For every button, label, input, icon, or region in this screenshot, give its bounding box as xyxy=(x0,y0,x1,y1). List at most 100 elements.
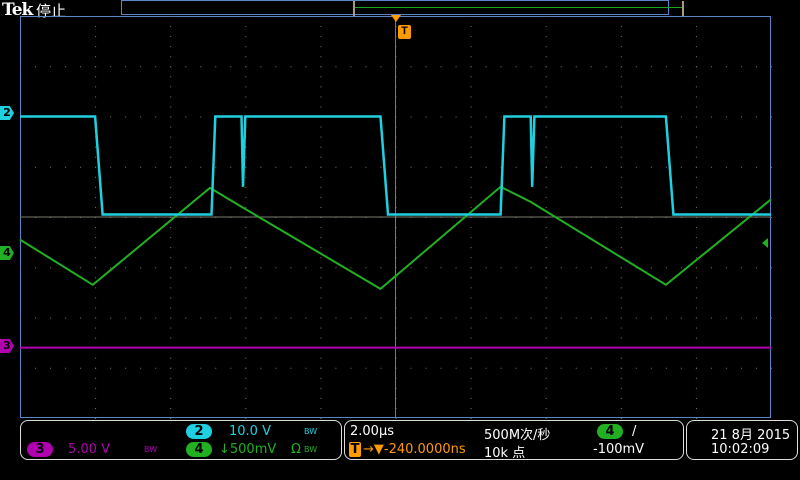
grid-dot xyxy=(245,36,247,38)
grid-dot xyxy=(95,357,97,359)
grid-dot xyxy=(470,176,472,178)
grid-dot xyxy=(170,377,172,379)
grid-dot xyxy=(320,337,322,339)
ch4-bw-limit: BW xyxy=(304,445,318,454)
grid-dot xyxy=(170,327,172,329)
trigger-source-badge[interactable]: 4 xyxy=(597,424,623,439)
grid-dot xyxy=(110,116,112,118)
grid-dot xyxy=(620,377,622,379)
grid-dot xyxy=(245,96,247,98)
grid-dot xyxy=(620,247,622,249)
grid-dot xyxy=(350,66,352,68)
grid-dot xyxy=(650,367,652,369)
grid-dot xyxy=(245,206,247,208)
grid-dot xyxy=(170,136,172,138)
grid-dot xyxy=(170,407,172,409)
grid-dot xyxy=(725,66,727,68)
grid-dot xyxy=(290,267,292,269)
grid-dot xyxy=(590,66,592,68)
grid-dot xyxy=(65,317,67,319)
grid-dot xyxy=(755,166,757,168)
grid-dot xyxy=(695,26,697,28)
grid-dot xyxy=(245,377,247,379)
grid-dot xyxy=(305,166,307,168)
grid-dot xyxy=(620,297,622,299)
grid-dot xyxy=(620,196,622,198)
grid-dot xyxy=(440,267,442,269)
grid-dot xyxy=(545,307,547,309)
grid-dot xyxy=(771,367,772,369)
grid-dot xyxy=(245,186,247,188)
grid-dot xyxy=(245,327,247,329)
grid-dot xyxy=(425,317,427,319)
grid-dot xyxy=(545,418,547,419)
grid-dot xyxy=(185,66,187,68)
grid-dot xyxy=(245,76,247,78)
grid-dot xyxy=(170,337,172,339)
grid-dot xyxy=(320,287,322,289)
grid-dot xyxy=(170,317,172,319)
grid-dot xyxy=(245,196,247,198)
horizontal-delay[interactable]: →▼-240.0000ns xyxy=(363,442,466,457)
grid-dot xyxy=(695,86,697,88)
ch3-badge[interactable]: 3 xyxy=(27,442,53,457)
grid-dot xyxy=(425,367,427,369)
grid-dot xyxy=(710,166,712,168)
grid-dot xyxy=(125,166,127,168)
grid-dot xyxy=(230,267,232,269)
grid-dot xyxy=(95,76,97,78)
grid-dot xyxy=(680,116,682,118)
grid-dot xyxy=(290,66,292,68)
grid-dot xyxy=(620,287,622,289)
grid-dot xyxy=(185,367,187,369)
grid-dot xyxy=(170,257,172,259)
grid-dot xyxy=(545,407,547,409)
grid-dot xyxy=(95,327,97,329)
grid-dot xyxy=(560,317,562,319)
grid-dot xyxy=(710,116,712,118)
grid-dot xyxy=(695,36,697,38)
timebase[interactable]: 2.00µs xyxy=(350,424,394,439)
grid-dot xyxy=(470,206,472,208)
grid-dot xyxy=(410,367,412,369)
grid-dot xyxy=(245,407,247,409)
grid-dot xyxy=(320,307,322,309)
grid-dot xyxy=(545,36,547,38)
grid-dot xyxy=(170,166,172,168)
trigger-position-marker[interactable]: T xyxy=(398,25,411,39)
grid-dot xyxy=(320,377,322,379)
grid-dot xyxy=(275,317,277,319)
grid-dot xyxy=(545,247,547,249)
grid-dot xyxy=(695,267,697,269)
grid-dot xyxy=(95,418,97,419)
grid-dot xyxy=(695,397,697,399)
ch2-badge[interactable]: 2 xyxy=(186,424,212,439)
ch4-badge[interactable]: 4 xyxy=(186,442,212,457)
grid-dot xyxy=(245,247,247,249)
trigger-level-icon[interactable] xyxy=(762,238,768,248)
grid-dot xyxy=(245,166,247,168)
grid-dot xyxy=(425,66,427,68)
grid-dot xyxy=(50,166,52,168)
grid-dot xyxy=(470,116,472,118)
grid-dot xyxy=(470,297,472,299)
grid-dot xyxy=(470,26,472,28)
grid-dot xyxy=(470,156,472,158)
grid-dot xyxy=(320,397,322,399)
grid-dot xyxy=(620,36,622,38)
grid-dot xyxy=(545,126,547,128)
grid-dot xyxy=(95,96,97,98)
grid-dot xyxy=(350,317,352,319)
grid-dot xyxy=(170,307,172,309)
grid-dot xyxy=(575,267,577,269)
grid-dot xyxy=(320,176,322,178)
horizontal-trigger-panel: 2.00µs T →▼-240.0000ns 500M次/秒 10k 点 4 /… xyxy=(344,420,684,461)
grid-dot xyxy=(245,227,247,229)
grid-dot xyxy=(410,317,412,319)
grid-dot xyxy=(620,387,622,389)
grid-dot xyxy=(260,367,262,369)
ch3-bw-limit: BW xyxy=(144,445,158,454)
grid-dot xyxy=(260,166,262,168)
grid-dot xyxy=(335,317,337,319)
grid-dot xyxy=(65,367,67,369)
